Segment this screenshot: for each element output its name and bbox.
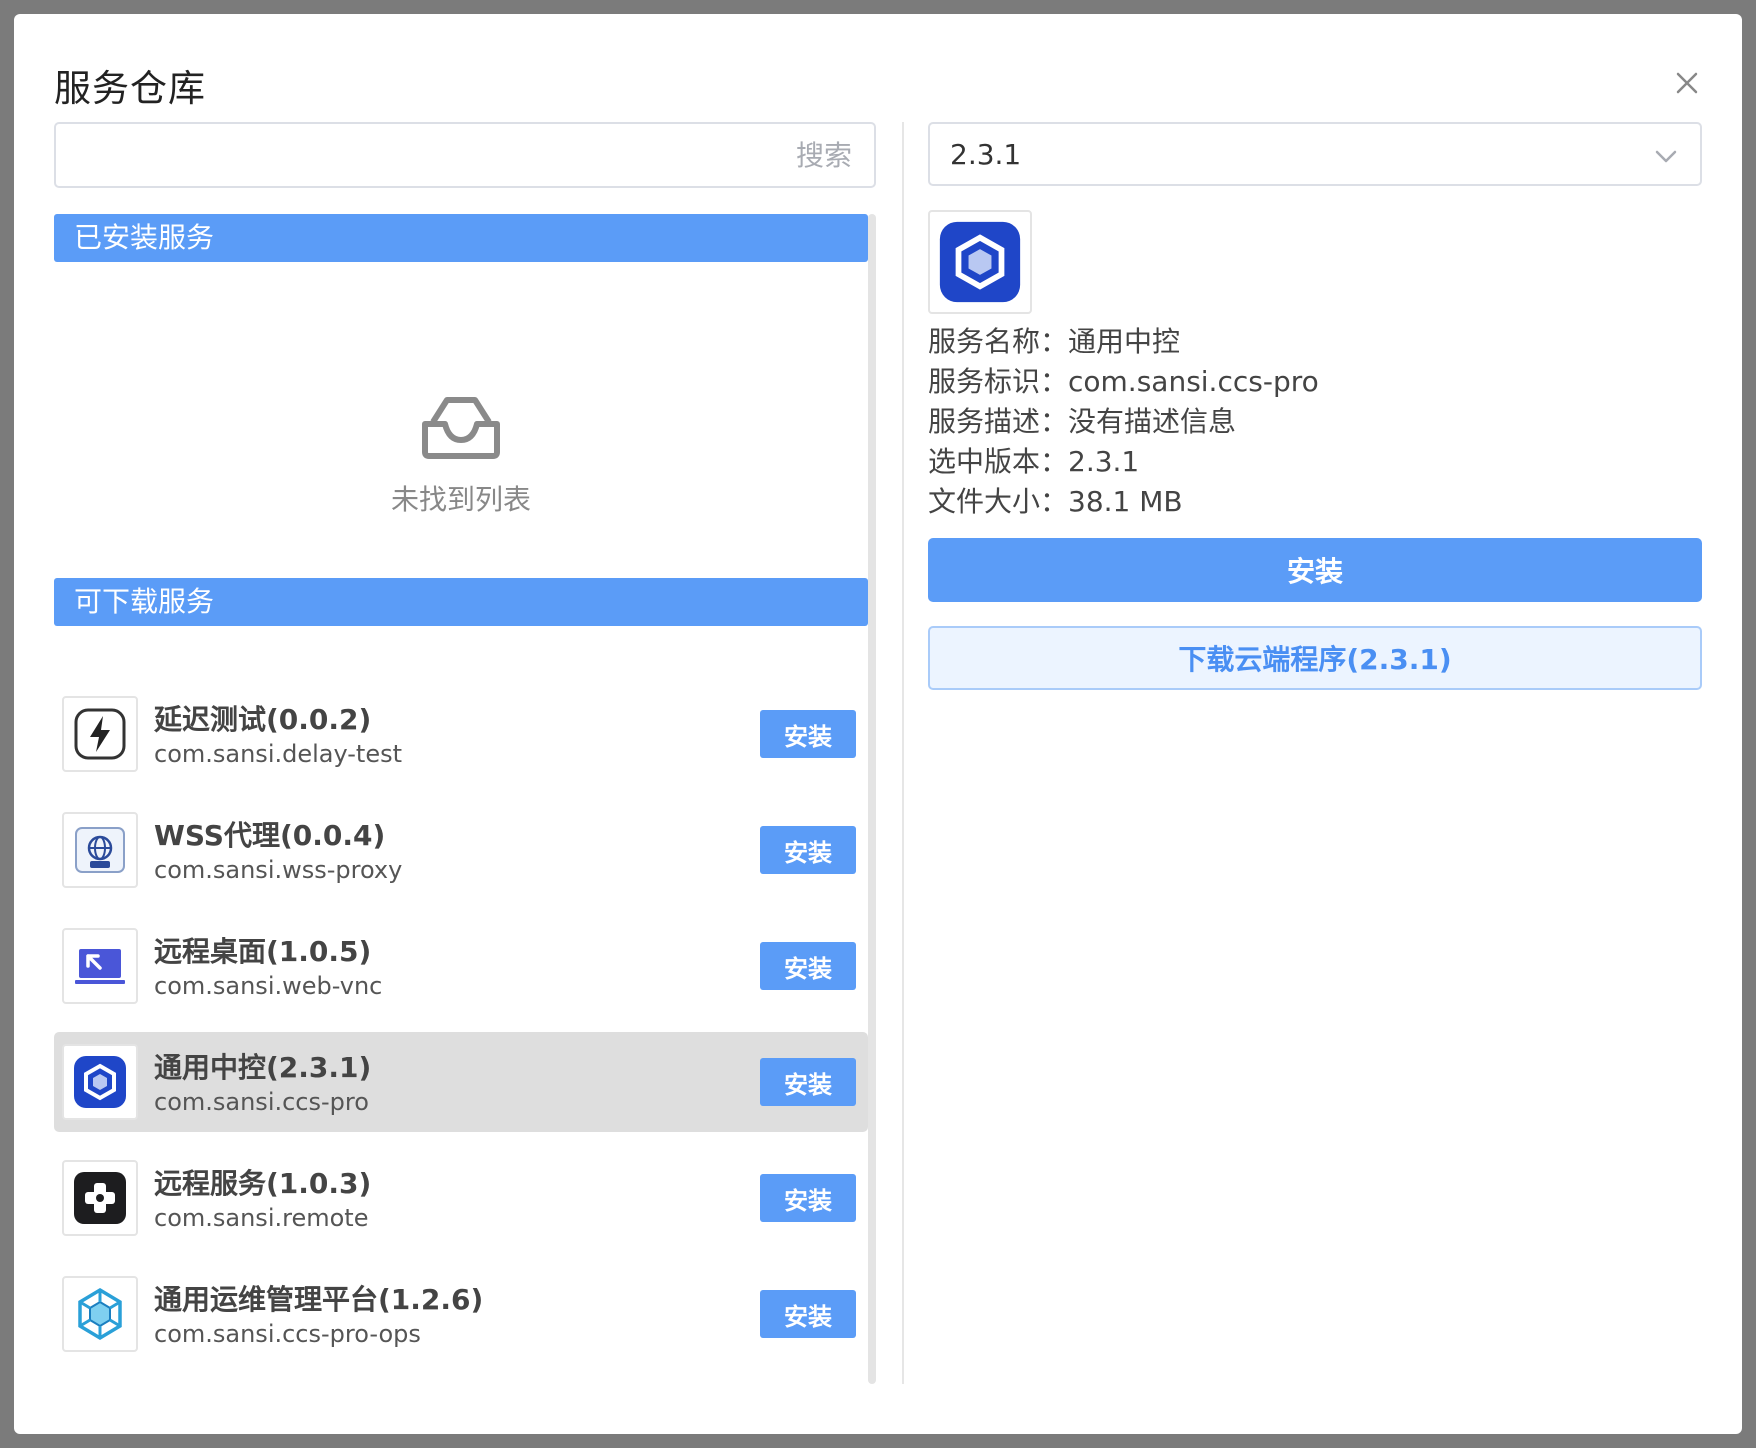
detail-file-size: 文件大小：38.1 MB xyxy=(928,485,1183,518)
hexagon-cube-icon xyxy=(62,1044,138,1120)
item-id: com.sansi.web-vnc xyxy=(154,972,383,1000)
lightning-icon xyxy=(62,696,138,772)
install-button-main[interactable]: 安装 xyxy=(928,538,1702,602)
available-service-list: 延迟测试(0.0.2) com.sansi.delay-test 安装 WSS代… xyxy=(54,684,868,1380)
detail-service-id: 服务标识：com.sansi.ccs-pro xyxy=(928,365,1319,398)
inbox-icon xyxy=(422,397,500,459)
item-name: 通用运维管理平台(1.2.6) xyxy=(154,1283,484,1316)
hexagon-cube-icon xyxy=(928,210,1032,314)
version-select-value: 2.3.1 xyxy=(950,138,1022,171)
globe-icon xyxy=(62,812,138,888)
item-id: com.sansi.delay-test xyxy=(154,740,403,768)
service-details: 服务名称：通用中控 服务标识：com.sansi.ccs-pro 服务描述：没有… xyxy=(928,322,1319,522)
list-item[interactable]: WSS代理(0.0.4) com.sansi.wss-proxy 安装 xyxy=(54,800,868,900)
search-input[interactable] xyxy=(56,124,874,186)
item-id: com.sansi.remote xyxy=(154,1204,369,1232)
service-list-panel[interactable]: 已安装服务 未找到列表 可下载服务 延迟测试(0.0.2) com.sansi.… xyxy=(54,214,876,1384)
close-icon[interactable] xyxy=(1666,62,1708,104)
cube-network-icon xyxy=(62,1276,138,1352)
installed-section-header: 已安装服务 xyxy=(54,214,868,262)
install-button[interactable]: 安装 xyxy=(760,710,856,758)
list-item[interactable]: 通用运维管理平台(1.2.6) com.sansi.ccs-pro-ops 安装 xyxy=(54,1264,868,1364)
list-item[interactable]: 远程桌面(1.0.5) com.sansi.web-vnc 安装 xyxy=(54,916,868,1016)
search-field[interactable] xyxy=(54,122,876,188)
item-name: 通用中控(2.3.1) xyxy=(154,1051,372,1084)
install-button[interactable]: 安装 xyxy=(760,1290,856,1338)
item-id: com.sansi.ccs-pro xyxy=(154,1088,369,1116)
detail-service-description: 服务描述：没有描述信息 xyxy=(928,405,1237,438)
empty-state-text: 未找到列表 xyxy=(390,483,531,516)
detail-selected-version: 选中版本：2.3.1 xyxy=(928,445,1140,478)
service-repository-dialog: 服务仓库 已安装服务 未找到列表 可下载服务 xyxy=(14,14,1742,1434)
item-name: 延迟测试(0.0.2) xyxy=(154,703,372,736)
item-name: WSS代理(0.0.4) xyxy=(154,819,386,852)
laptop-icon xyxy=(62,928,138,1004)
download-cloud-button[interactable]: 下载云端程序(2.3.1) xyxy=(928,626,1702,690)
install-button[interactable]: 安装 xyxy=(760,826,856,874)
list-item[interactable]: 远程服务(1.0.3) com.sansi.remote 安装 xyxy=(54,1148,868,1248)
dialog-title: 服务仓库 xyxy=(54,67,206,110)
item-id: com.sansi.wss-proxy xyxy=(154,856,403,884)
install-button[interactable]: 安装 xyxy=(760,942,856,990)
item-id: com.sansi.ccs-pro-ops xyxy=(154,1320,421,1348)
item-name: 远程服务(1.0.3) xyxy=(154,1167,372,1200)
list-item[interactable]: 延迟测试(0.0.2) com.sansi.delay-test 安装 xyxy=(54,684,868,784)
version-select[interactable]: 2.3.1 xyxy=(928,122,1702,186)
list-item-selected[interactable]: 通用中控(2.3.1) com.sansi.ccs-pro 安装 xyxy=(54,1032,868,1132)
gamepad-icon xyxy=(62,1160,138,1236)
install-button[interactable]: 安装 xyxy=(760,1058,856,1106)
available-section-header: 可下载服务 xyxy=(54,578,868,626)
panel-divider xyxy=(902,122,904,1384)
install-button[interactable]: 安装 xyxy=(760,1174,856,1222)
list-scrollbar[interactable] xyxy=(868,214,876,1384)
detail-service-name: 服务名称：通用中控 xyxy=(928,325,1181,358)
item-name: 远程桌面(1.0.5) xyxy=(154,935,372,968)
chevron-down-icon xyxy=(1655,150,1677,163)
empty-state: 未找到列表 xyxy=(54,394,868,518)
